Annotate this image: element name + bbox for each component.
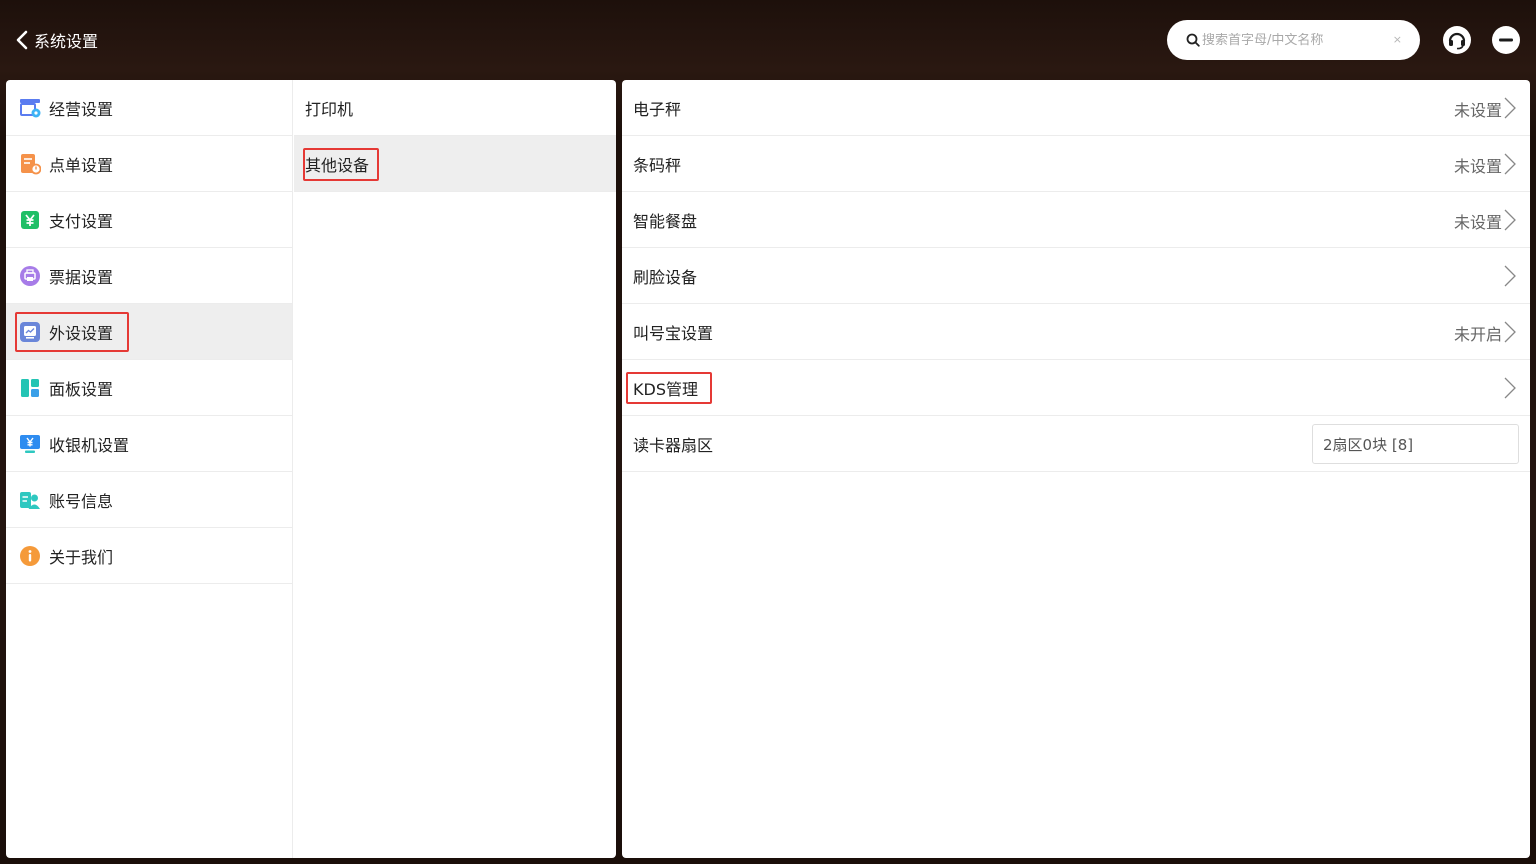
- category-item-order[interactable]: 点单设置: [6, 136, 292, 192]
- category-item-business[interactable]: 经营设置: [6, 80, 292, 136]
- setting-label: 刷脸设备: [633, 267, 698, 287]
- search-icon: [1186, 33, 1200, 47]
- setting-value: 未设置: [1453, 157, 1502, 176]
- setting-row-smart-tray[interactable]: 智能餐盘 未设置: [622, 192, 1530, 248]
- subcategory-label: 其他设备: [305, 155, 370, 175]
- top-bar: 系统设置 ×: [0, 0, 1536, 80]
- subcategory-item-other-devices[interactable]: 其他设备: [294, 136, 616, 192]
- search-input[interactable]: [1202, 32, 1382, 48]
- search-box[interactable]: ×: [1167, 20, 1420, 60]
- category-item-about[interactable]: 关于我们: [6, 528, 292, 584]
- card-reader-sector-field[interactable]: 2扇区0块 [8]: [1312, 424, 1519, 464]
- setting-row-call-number[interactable]: 叫号宝设置 未开启: [622, 304, 1530, 360]
- minus-icon: [1499, 38, 1513, 42]
- setting-row-kds[interactable]: KDS管理: [622, 360, 1530, 416]
- settings-nav-panel: 经营设置 点单设置 支付设置 票据设置 外设设置 面板设置 收银机设置 账号信息…: [6, 80, 616, 858]
- category-label: 外设设置: [49, 323, 114, 343]
- setting-row-electronic-scale[interactable]: 电子秤 未设置: [622, 80, 1530, 136]
- category-label: 面板设置: [49, 379, 114, 399]
- minimize-button[interactable]: [1492, 26, 1520, 54]
- chevron-right-icon: [1504, 153, 1516, 175]
- setting-label: 电子秤: [633, 99, 682, 119]
- chevron-right-icon: [1504, 321, 1516, 343]
- chevron-right-icon: [1504, 97, 1516, 119]
- category-item-cashier[interactable]: 收银机设置: [6, 416, 292, 472]
- subcategory-item-printer[interactable]: 打印机: [294, 80, 616, 136]
- customer-service-button[interactable]: [1443, 26, 1471, 54]
- chevron-right-icon: [1504, 209, 1516, 231]
- peripheral-icon: [19, 321, 41, 343]
- setting-label: 智能餐盘: [633, 211, 698, 231]
- setting-label: 叫号宝设置: [633, 323, 714, 343]
- printer-icon: [19, 265, 41, 287]
- category-item-account[interactable]: 账号信息: [6, 472, 292, 528]
- category-label: 点单设置: [49, 155, 114, 175]
- category-item-payment[interactable]: 支付设置: [6, 192, 292, 248]
- setting-row-face-device[interactable]: 刷脸设备: [622, 248, 1530, 304]
- setting-label: 条码秤: [633, 155, 682, 175]
- category-item-peripheral[interactable]: 外设设置: [6, 304, 292, 360]
- category-label: 关于我们: [49, 547, 114, 567]
- page-title: 系统设置: [34, 32, 99, 51]
- chevron-right-icon: [1504, 265, 1516, 287]
- category-label: 收银机设置: [49, 435, 130, 455]
- setting-value: 未设置: [1453, 213, 1502, 232]
- subcategory-list: 打印机 其他设备: [294, 80, 616, 858]
- setting-value: 未设置: [1453, 101, 1502, 120]
- setting-row-barcode-scale[interactable]: 条码秤 未设置: [622, 136, 1530, 192]
- category-label: 经营设置: [49, 99, 114, 119]
- payment-icon: [19, 209, 41, 231]
- chevron-right-icon: [1504, 377, 1516, 399]
- category-list: 经营设置 点单设置 支付设置 票据设置 外设设置 面板设置 收银机设置 账号信息…: [6, 80, 293, 858]
- category-label: 支付设置: [49, 211, 114, 231]
- setting-row-card-reader-sector: 读卡器扇区 2扇区0块 [8]: [622, 416, 1530, 472]
- category-item-receipt[interactable]: 票据设置: [6, 248, 292, 304]
- store-icon: [19, 97, 41, 119]
- settings-detail-panel: 电子秤 未设置 条码秤 未设置 智能餐盘 未设置 刷脸设备 叫号宝设置 未开启 …: [622, 80, 1530, 858]
- cashier-icon: [19, 433, 41, 455]
- panel-icon: [19, 377, 41, 399]
- setting-label: KDS管理: [633, 379, 698, 399]
- clear-search-icon[interactable]: ×: [1393, 33, 1402, 46]
- account-icon: [19, 489, 41, 511]
- setting-label: 读卡器扇区: [633, 435, 714, 455]
- info-icon: [19, 545, 41, 567]
- category-label: 票据设置: [49, 267, 114, 287]
- back-button[interactable]: 系统设置: [14, 27, 98, 53]
- setting-value: 未开启: [1453, 325, 1502, 344]
- category-item-panel[interactable]: 面板设置: [6, 360, 292, 416]
- headset-icon: [1448, 32, 1466, 50]
- category-label: 账号信息: [49, 491, 114, 511]
- chevron-left-icon: [16, 30, 28, 50]
- order-icon: [19, 153, 41, 175]
